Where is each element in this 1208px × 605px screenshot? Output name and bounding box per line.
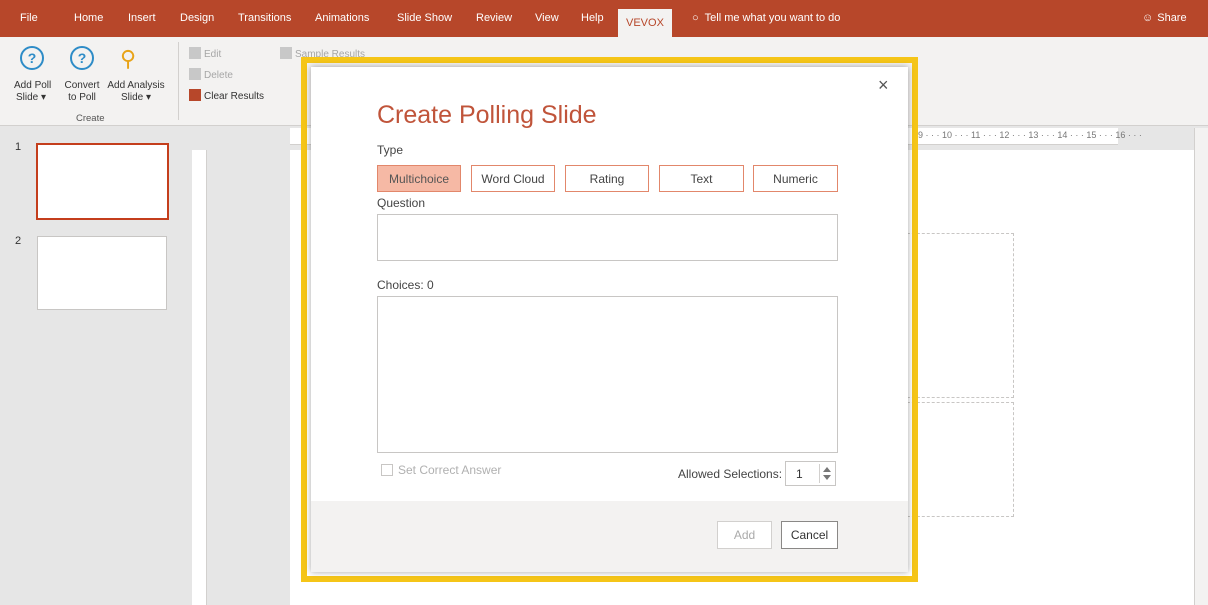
sample-results-icon: [280, 47, 292, 59]
slide-thumbnail-1[interactable]: [36, 143, 169, 220]
tab-slide-show[interactable]: Slide Show: [397, 0, 452, 37]
clear-results-label: Clear Results: [204, 91, 265, 102]
set-correct-answer-label: Set Correct Answer: [398, 463, 502, 477]
choices-list[interactable]: [377, 296, 838, 453]
ribbon-separator: [178, 42, 179, 120]
placeholder-box[interactable]: [902, 402, 1014, 517]
edit-label: Edit: [204, 49, 222, 60]
convert-to-poll-button[interactable]: ?: [70, 46, 94, 70]
clear-results-button[interactable]: Clear Results: [189, 89, 264, 102]
allowed-selections-label: Allowed Selections:: [678, 467, 783, 481]
chevron-down-icon[interactable]: [823, 475, 831, 480]
type-word-cloud-button[interactable]: Word Cloud: [471, 165, 555, 192]
vertical-scrollbar[interactable]: [1194, 128, 1208, 605]
tab-design[interactable]: Design: [180, 0, 214, 37]
tab-file[interactable]: File: [20, 0, 38, 37]
edit-button[interactable]: Edit: [189, 47, 221, 60]
chevron-up-icon[interactable]: [823, 467, 831, 472]
slide-number: 1: [15, 141, 22, 153]
type-multichoice-button[interactable]: Multichoice: [377, 165, 461, 192]
set-correct-answer-checkbox[interactable]: [381, 464, 393, 476]
choices-label: Choices: 0: [377, 278, 434, 292]
dialog-title: Create Polling Slide: [377, 101, 597, 129]
convert-poll-icon: ?: [70, 46, 94, 70]
tab-review[interactable]: Review: [476, 0, 512, 37]
stepper-arrows[interactable]: [819, 464, 834, 483]
tell-me-label: Tell me what you want to do: [704, 12, 841, 24]
allowed-selections-stepper[interactable]: 1: [785, 461, 836, 486]
type-numeric-button[interactable]: Numeric: [753, 165, 838, 192]
delete-label: Delete: [204, 70, 233, 81]
cancel-button[interactable]: Cancel: [781, 521, 838, 549]
add-button[interactable]: Add: [717, 521, 772, 549]
type-rating-button[interactable]: Rating: [565, 165, 649, 192]
add-analysis-button[interactable]: ⚲: [120, 46, 136, 72]
allowed-selections-value: 1: [796, 467, 803, 481]
close-icon[interactable]: ×: [878, 75, 889, 96]
clear-results-icon: [189, 89, 201, 101]
slide-number: 2: [15, 235, 22, 247]
tab-animations[interactable]: Animations: [315, 0, 369, 37]
tab-view[interactable]: View: [535, 0, 559, 37]
tab-vevox[interactable]: VEVOX: [618, 9, 672, 37]
ruler-ticks: 9 · · · 10 · · · 11 · · · 12 · · · 13 · …: [918, 130, 1142, 140]
convert-poll-label: Convert to Poll: [64, 80, 100, 103]
tab-transitions[interactable]: Transitions: [238, 0, 291, 37]
tab-insert[interactable]: Insert: [128, 0, 156, 37]
create-polling-slide-dialog: × Create Polling Slide Type Multichoice …: [311, 67, 908, 572]
share-button[interactable]: ☺ Share: [1142, 0, 1187, 37]
edit-icon: [189, 47, 201, 59]
add-analysis-label: Add Analysis Slide ▾: [107, 80, 165, 103]
add-poll-button[interactable]: ?: [20, 46, 44, 70]
type-label: Type: [377, 143, 404, 157]
placeholder-box[interactable]: [902, 233, 1014, 398]
create-group-label: Create: [76, 113, 105, 124]
person-icon: ☺: [1142, 12, 1154, 24]
vertical-ruler: [192, 150, 207, 605]
add-poll-label: Add Poll Slide ▾: [14, 80, 52, 103]
add-poll-icon: ?: [20, 46, 44, 70]
share-label: Share: [1157, 12, 1187, 24]
delete-icon: [189, 68, 201, 80]
tab-home[interactable]: Home: [74, 0, 103, 37]
question-label: Question: [377, 196, 426, 210]
delete-button[interactable]: Delete: [189, 68, 233, 81]
lightbulb-icon: ○: [692, 12, 699, 24]
type-text-button[interactable]: Text: [659, 165, 744, 192]
magnifier-icon: ⚲: [120, 46, 137, 71]
tab-help[interactable]: Help: [581, 0, 604, 37]
tell-me-search[interactable]: ○ Tell me what you want to do: [692, 0, 840, 37]
slide-thumbnail-2[interactable]: [37, 236, 167, 310]
menu-bar: File Home Insert Design Transitions Anim…: [0, 0, 1208, 37]
question-input[interactable]: [377, 214, 838, 261]
